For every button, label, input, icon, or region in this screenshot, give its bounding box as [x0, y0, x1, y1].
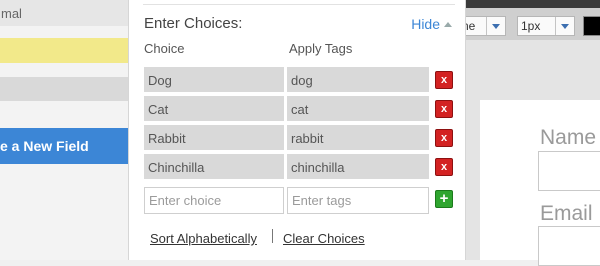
close-icon: x: [440, 74, 448, 86]
create-new-field-button[interactable]: e a New Field: [0, 128, 128, 164]
choices-panel: Enter Choices: Hide Choice Apply Tags Do…: [128, 0, 466, 260]
hide-label: Hide: [411, 16, 440, 32]
close-icon: x: [440, 103, 448, 115]
panel-divider: [143, 4, 455, 5]
choice-column-header: Choice: [144, 41, 185, 56]
line-width-select[interactable]: 1px: [517, 16, 575, 36]
plus-icon: +: [439, 190, 449, 207]
canvas-email-label: Email: [540, 202, 593, 225]
close-icon: x: [440, 132, 448, 144]
add-choice-button[interactable]: +: [435, 190, 453, 208]
tags-column-header: Apply Tags: [289, 41, 353, 56]
choice-cell[interactable]: Chinchilla: [144, 154, 284, 179]
canvas-name-label: Name: [540, 126, 597, 149]
new-tags-input[interactable]: [287, 187, 429, 214]
delete-choice-button[interactable]: x: [435, 100, 453, 118]
sidebar-field-label: mal: [1, 6, 22, 21]
hide-link[interactable]: Hide: [411, 16, 452, 32]
panel-title: Enter Choices:: [144, 15, 243, 32]
editor-toolbar: ne 1px: [458, 8, 600, 40]
choice-cell[interactable]: Dog: [144, 67, 284, 92]
delete-choice-button[interactable]: x: [435, 71, 453, 89]
tags-cell[interactable]: dog: [287, 67, 429, 92]
chevron-down-icon: [486, 17, 505, 35]
create-new-field-label: e a New Field: [0, 138, 89, 154]
canvas-name-input[interactable]: [538, 151, 600, 191]
choice-cell[interactable]: Rabbit: [144, 125, 284, 150]
tags-cell[interactable]: cat: [287, 96, 429, 121]
tags-cell[interactable]: chinchilla: [287, 154, 429, 179]
editor-top-bar: [466, 0, 600, 8]
left-sidebar: mal e a New Field: [0, 0, 128, 260]
sidebar-item[interactable]: [0, 77, 128, 101]
close-icon: x: [440, 161, 448, 173]
canvas-email-input[interactable]: [538, 226, 600, 266]
new-choice-input[interactable]: [144, 187, 284, 214]
tags-cell[interactable]: rabbit: [287, 125, 429, 150]
choice-cell[interactable]: Cat: [144, 96, 284, 121]
delete-choice-button[interactable]: x: [435, 129, 453, 147]
form-editor: ne 1px Name Email: [458, 0, 600, 266]
color-swatch[interactable]: [583, 16, 600, 36]
sidebar-field-item[interactable]: mal: [0, 0, 128, 26]
delete-choice-button[interactable]: x: [435, 158, 453, 176]
sort-alphabetically-link[interactable]: Sort Alphabetically: [150, 231, 257, 246]
chevron-down-icon: [555, 17, 574, 35]
link-separator: [272, 229, 273, 243]
sidebar-highlighted-item[interactable]: [0, 38, 128, 63]
clear-choices-link[interactable]: Clear Choices: [283, 231, 365, 246]
line-width-value: 1px: [521, 19, 541, 33]
form-canvas: Name Email: [480, 100, 600, 266]
caret-up-icon: [444, 22, 452, 27]
